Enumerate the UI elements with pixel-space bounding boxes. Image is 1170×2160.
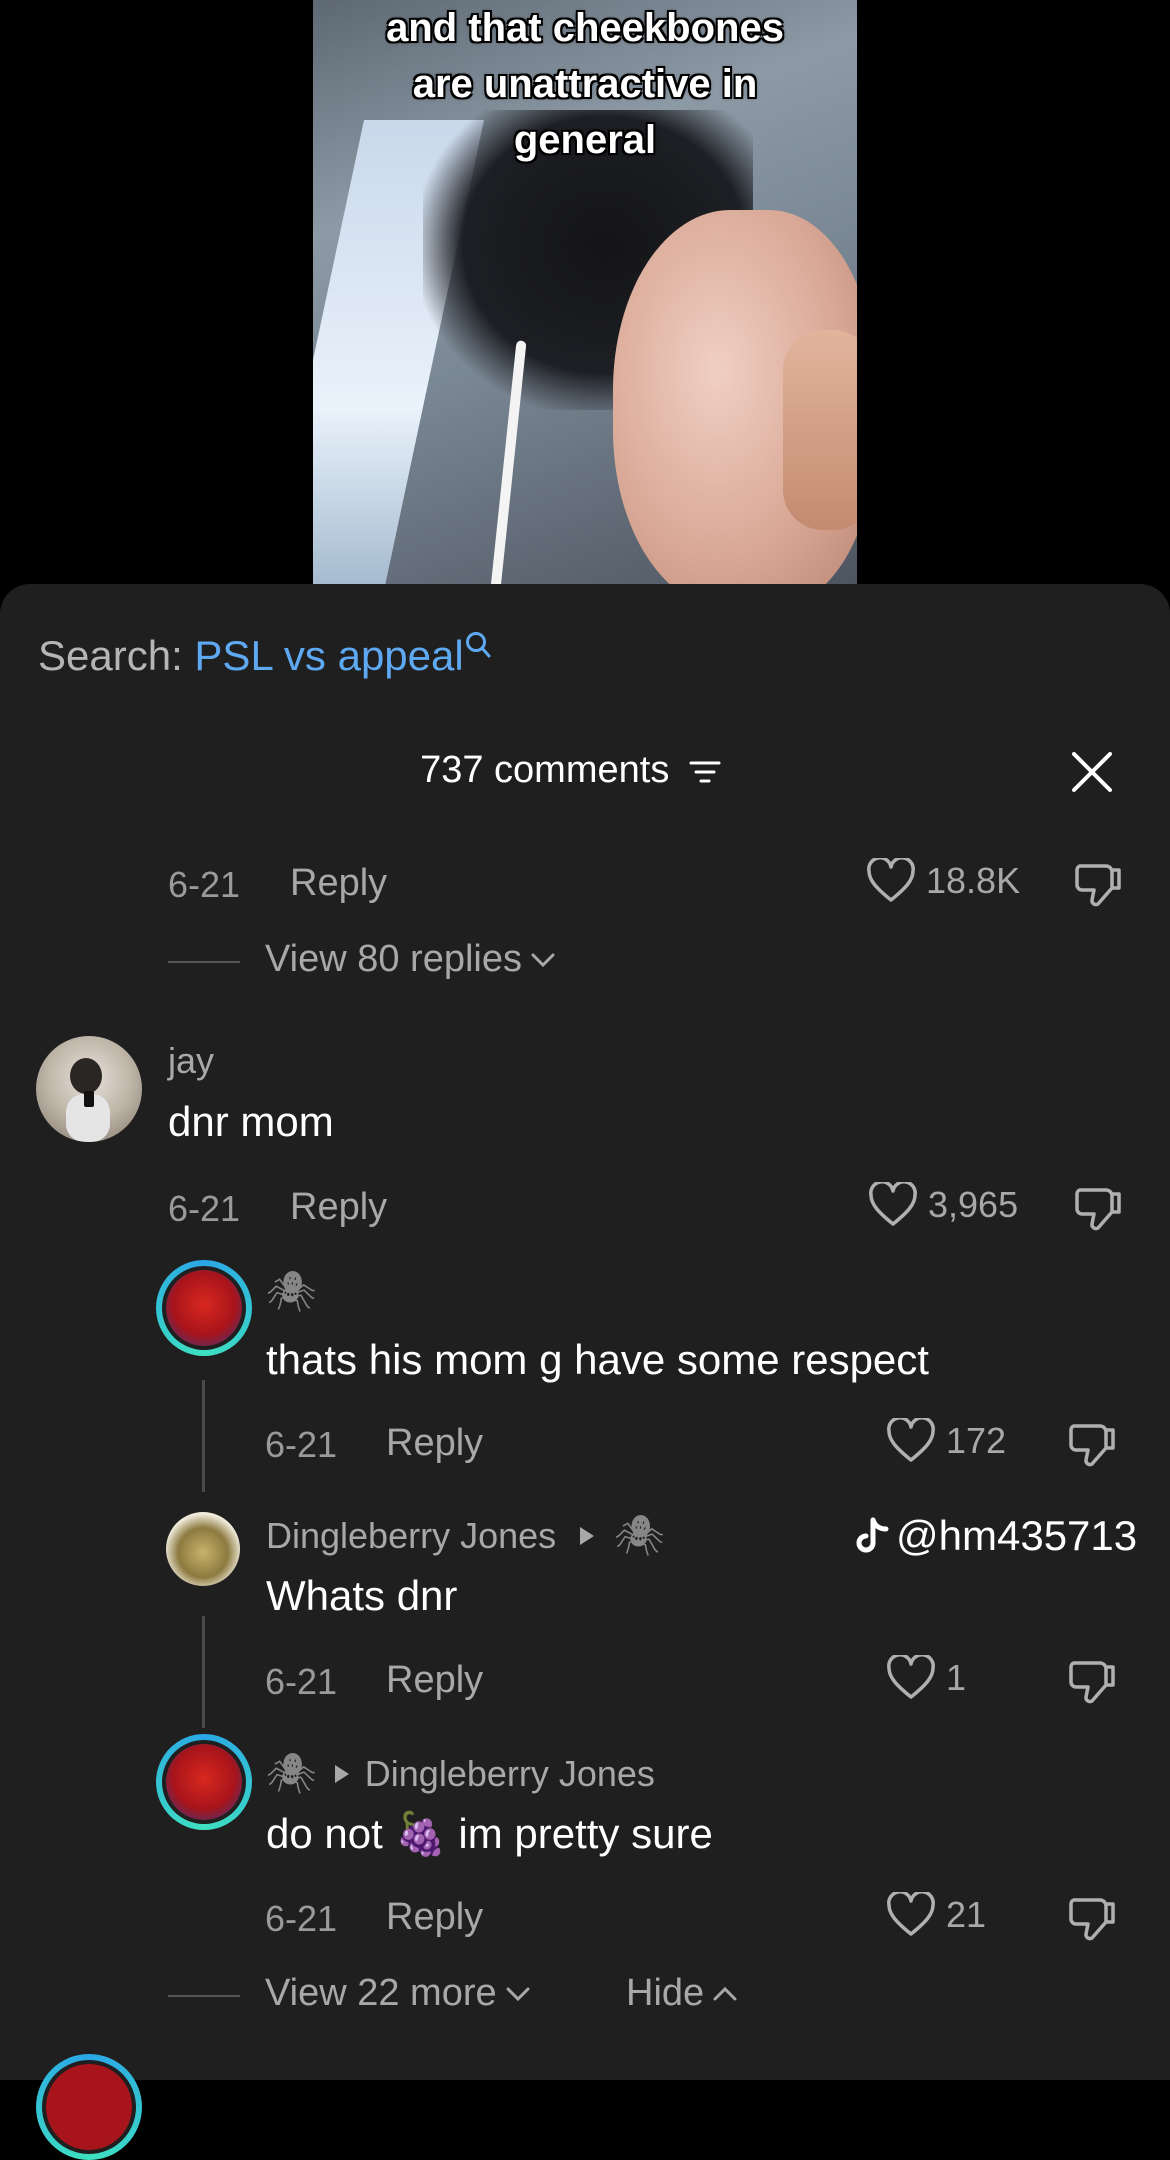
username-text: Dingleberry Jones <box>266 1514 557 1556</box>
username-text: 🕷 <box>266 1270 317 1314</box>
heart-icon <box>887 1892 935 1936</box>
comment-date: 6-21 <box>168 864 241 905</box>
comment-date: 6-21 <box>265 1898 338 1939</box>
like-button[interactable]: 172 <box>886 1418 1006 1464</box>
search-prefix: Search: <box>38 632 195 679</box>
reply-to-username: Dingleberry Jones <box>364 1752 655 1794</box>
comment-username[interactable]: 🕷 <box>266 1268 317 1315</box>
tiktok-watermark: @hm435713 <box>856 1512 1137 1560</box>
comment-date: 6-21 <box>265 1661 338 1702</box>
avatar[interactable] <box>156 1260 252 1356</box>
caption-line: general <box>513 118 657 162</box>
video-subject-hand <box>783 330 857 530</box>
reply-to-username: 🕷 <box>614 1514 665 1558</box>
username-text: jay <box>168 1040 215 1081</box>
dislike-icon[interactable] <box>1072 858 1124 910</box>
related-search[interactable]: Search: PSL vs appeal <box>38 632 492 680</box>
play-triangle-icon <box>334 1764 349 1783</box>
comment-username[interactable]: Dingleberry Jones 🕷 <box>266 1512 665 1559</box>
username-text: 🕷 <box>266 1752 317 1796</box>
comment-text: dnr mom <box>168 1098 334 1145</box>
like-button[interactable]: 21 <box>886 1892 986 1938</box>
like-button[interactable]: 1 <box>886 1655 966 1701</box>
hide-label: Hide <box>626 1972 705 2014</box>
avatar[interactable] <box>36 2054 142 2160</box>
search-term-link[interactable]: PSL vs appeal <box>194 632 463 679</box>
thread-line <box>202 1380 205 1492</box>
close-icon[interactable] <box>1068 748 1116 796</box>
dislike-icon[interactable] <box>1072 1182 1124 1234</box>
replies-divider <box>168 1995 240 1997</box>
avatar[interactable] <box>36 1036 142 1142</box>
heart-icon <box>887 1418 935 1462</box>
hide-button[interactable]: Hide <box>626 1972 740 2015</box>
search-icon[interactable] <box>1060 0 1120 10</box>
sort-icon[interactable] <box>688 757 722 787</box>
comment-username[interactable]: jay <box>168 1040 214 1082</box>
caption-line: and that cheekbones <box>386 6 784 50</box>
search-icon <box>465 632 491 658</box>
caption-line: are unattractive in <box>412 62 758 106</box>
view-more-label: View 22 more <box>265 1972 497 2014</box>
comments-count: 737 comments <box>420 749 670 791</box>
like-count: 18.8K <box>926 860 1021 901</box>
video-caption: and that cheekbones are unattractive in … <box>313 0 857 168</box>
play-triangle-icon <box>580 1526 595 1545</box>
comments-header: 737 comments <box>0 749 1170 792</box>
avatar[interactable] <box>156 1734 252 1830</box>
view-replies-label: View 80 replies <box>265 938 523 980</box>
heart-icon <box>869 1182 917 1226</box>
dislike-icon[interactable] <box>1066 1655 1118 1707</box>
comment-date: 6-21 <box>168 1188 241 1229</box>
comment-text: Whats dnr <box>266 1572 458 1619</box>
comment-text: do not 🍇 im pretty sure <box>266 1810 713 1857</box>
heart-icon <box>867 858 915 902</box>
comments-sheet: Search: PSL vs appeal 737 comments 6-21 … <box>0 584 1170 2160</box>
like-count: 3,965 <box>928 1184 1019 1225</box>
reply-button[interactable]: Reply <box>386 1422 483 1465</box>
avatar[interactable] <box>166 1512 240 1586</box>
dislike-icon[interactable] <box>1066 1418 1118 1470</box>
comment-text: thats his mom g have some respect <box>266 1336 929 1383</box>
like-button[interactable]: 18.8K <box>866 858 1020 904</box>
reply-button[interactable]: Reply <box>386 1659 483 1702</box>
view-more-button[interactable]: View 22 more <box>265 1972 533 2015</box>
like-count: 172 <box>946 1420 1007 1461</box>
reply-button[interactable]: Reply <box>386 1896 483 1939</box>
dislike-icon[interactable] <box>1066 1892 1118 1944</box>
chevron-down-icon <box>531 953 555 967</box>
thread-line <box>202 1616 205 1728</box>
comment-username[interactable]: 🕷 Dingleberry Jones <box>266 1750 655 1797</box>
like-count: 21 <box>946 1894 987 1935</box>
heart-icon <box>887 1655 935 1699</box>
chevron-down-icon <box>506 1987 530 2001</box>
reply-button[interactable]: Reply <box>290 1186 387 1229</box>
chevron-up-icon <box>713 1986 737 2000</box>
like-button[interactable]: 3,965 <box>868 1182 1018 1228</box>
tiktok-logo-icon <box>856 1517 889 1553</box>
reply-button[interactable]: Reply <box>290 862 387 905</box>
comment-date: 6-21 <box>265 1424 338 1465</box>
view-replies-button[interactable]: View 80 replies <box>265 938 558 981</box>
like-count: 1 <box>946 1657 967 1698</box>
watermark-handle: @hm435713 <box>896 1512 1138 1559</box>
replies-divider <box>168 961 240 963</box>
